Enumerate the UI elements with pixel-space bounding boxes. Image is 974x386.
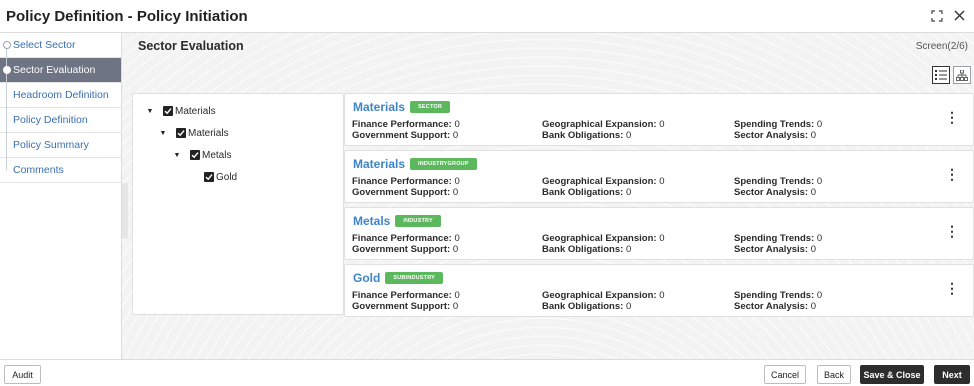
- level-badge: INDUSTRYGROUP: [410, 158, 477, 170]
- card-header: Metals INDUSTRY: [353, 214, 441, 228]
- tree-node: Gold: [204, 170, 237, 184]
- bank-obligations: Bank Obligations: 0: [542, 244, 632, 255]
- spending-trends: Spending Trends: 0: [734, 290, 823, 301]
- sidebar-item-headroom-definition[interactable]: Headroom Definition: [0, 83, 121, 108]
- window-controls: [930, 9, 966, 22]
- checkbox-checked[interactable]: [204, 172, 214, 182]
- more-options-icon[interactable]: ⋮: [945, 224, 959, 238]
- finance-performance: Finance Performance: 0: [352, 119, 460, 130]
- bank-obligations: Bank Obligations: 0: [542, 130, 632, 141]
- next-button[interactable]: Next: [934, 365, 970, 384]
- close-icon[interactable]: [953, 9, 966, 22]
- sidebar-item-label: Policy Definition: [13, 114, 88, 126]
- panel-splitter[interactable]: [122, 183, 128, 239]
- card-title: Materials: [353, 157, 406, 171]
- cancel-button[interactable]: Cancel: [764, 365, 806, 384]
- evaluation-card: Gold SUBINDUSTRY Finance Performance: 0 …: [344, 264, 974, 317]
- step-connector: [6, 108, 7, 133]
- sector-analysis: Sector Analysis: 0: [734, 187, 817, 198]
- tree-node: ▼ Materials: [158, 126, 229, 140]
- card-header: Materials INDUSTRYGROUP: [353, 157, 477, 171]
- step-connector: [6, 83, 7, 108]
- caret-down-icon[interactable]: ▼: [172, 152, 182, 159]
- sidebar-item-label: Policy Summary: [13, 139, 89, 151]
- geographical-expansion: Geographical Expansion: 0: [542, 233, 665, 244]
- geographical-expansion: Geographical Expansion: 0: [542, 290, 665, 301]
- more-options-icon[interactable]: ⋮: [945, 167, 959, 181]
- level-badge: SECTOR: [410, 101, 451, 113]
- caret-down-icon[interactable]: ▼: [158, 130, 168, 137]
- government-support: Government Support: 0: [352, 244, 459, 255]
- hierarchy-view-icon[interactable]: [953, 66, 971, 84]
- spending-trends: Spending Trends: 0: [734, 119, 823, 130]
- tree-node-label: Metals: [202, 149, 232, 161]
- more-options-icon[interactable]: ⋮: [945, 110, 959, 124]
- sidebar-item-label: Comments: [13, 164, 64, 176]
- spending-trends: Spending Trends: 0: [734, 176, 823, 187]
- checkbox-checked[interactable]: [190, 150, 200, 160]
- sidebar-item-label: Headroom Definition: [13, 89, 109, 101]
- government-support: Government Support: 0: [352, 130, 459, 141]
- sidebar-item-label: Sector Evaluation: [13, 64, 96, 76]
- evaluation-card: Metals INDUSTRY Finance Performance: 0 G…: [344, 207, 974, 260]
- step-sidebar: Select Sector Sector Evaluation Headroom…: [0, 33, 122, 359]
- tree-node-label: Gold: [216, 171, 238, 183]
- title-bar: Policy Definition - Policy Initiation: [0, 0, 974, 33]
- bank-obligations: Bank Obligations: 0: [542, 187, 632, 198]
- sector-analysis: Sector Analysis: 0: [734, 130, 817, 141]
- finance-performance: Finance Performance: 0: [352, 233, 460, 244]
- card-title: Gold: [353, 271, 381, 285]
- bank-obligations: Bank Obligations: 0: [542, 301, 632, 312]
- tree-node-label: Materials: [175, 105, 216, 117]
- evaluation-card: Materials INDUSTRYGROUP Finance Performa…: [344, 150, 974, 203]
- step-connector: [6, 158, 7, 170]
- card-header: Materials SECTOR: [353, 100, 451, 114]
- tree-node: ▼ Metals: [172, 148, 232, 162]
- sector-analysis: Sector Analysis: 0: [734, 244, 817, 255]
- geographical-expansion: Geographical Expansion: 0: [542, 119, 665, 130]
- card-title: Materials: [353, 100, 406, 114]
- caret-down-icon[interactable]: ▼: [145, 108, 155, 115]
- screen-counter: Screen(2/6): [915, 41, 968, 52]
- checkbox-checked[interactable]: [163, 106, 173, 116]
- step-indicator-icon: [3, 66, 11, 74]
- geographical-expansion: Geographical Expansion: 0: [542, 176, 665, 187]
- finance-performance: Finance Performance: 0: [352, 176, 460, 187]
- sidebar-item-label: Select Sector: [13, 39, 76, 51]
- government-support: Government Support: 0: [352, 301, 459, 312]
- list-view-icon[interactable]: [932, 66, 950, 84]
- window-title: Policy Definition - Policy Initiation: [6, 8, 248, 25]
- footer-bar: Audit Cancel Back Save & Close Next: [0, 359, 974, 386]
- step-indicator-icon: [3, 41, 11, 49]
- level-badge: SUBINDUSTRY: [385, 272, 444, 284]
- finance-performance: Finance Performance: 0: [352, 290, 460, 301]
- sidebar-item-comments[interactable]: Comments: [0, 158, 121, 183]
- card-header: Gold SUBINDUSTRY: [353, 271, 444, 285]
- sidebar-item-sector-evaluation[interactable]: Sector Evaluation: [0, 58, 121, 83]
- expand-icon[interactable]: [930, 9, 943, 22]
- audit-button[interactable]: Audit: [4, 365, 41, 384]
- level-badge: INDUSTRY: [395, 215, 441, 227]
- section-title: Sector Evaluation: [138, 39, 244, 53]
- spending-trends: Spending Trends: 0: [734, 233, 823, 244]
- step-connector: [6, 133, 7, 158]
- sidebar-item-select-sector[interactable]: Select Sector: [0, 33, 121, 58]
- back-button[interactable]: Back: [817, 365, 851, 384]
- government-support: Government Support: 0: [352, 187, 459, 198]
- tree-node: ▼ Materials: [145, 104, 216, 118]
- main-content: Sector Evaluation Screen(2/6) ▼ Material…: [122, 33, 974, 359]
- view-toggle: [932, 66, 971, 84]
- evaluation-card: Materials SECTOR Finance Performance: 0 …: [344, 93, 974, 146]
- sector-tree: ▼ Materials ▼ Materials ▼ Metals Gold: [132, 93, 344, 315]
- tree-node-label: Materials: [188, 127, 229, 139]
- sidebar-item-policy-definition[interactable]: Policy Definition: [0, 108, 121, 133]
- checkbox-checked[interactable]: [176, 128, 186, 138]
- save-and-close-button[interactable]: Save & Close: [860, 365, 924, 384]
- sector-analysis: Sector Analysis: 0: [734, 301, 817, 312]
- more-options-icon[interactable]: ⋮: [945, 281, 959, 295]
- card-title: Metals: [353, 214, 391, 228]
- sidebar-item-policy-summary[interactable]: Policy Summary: [0, 133, 121, 158]
